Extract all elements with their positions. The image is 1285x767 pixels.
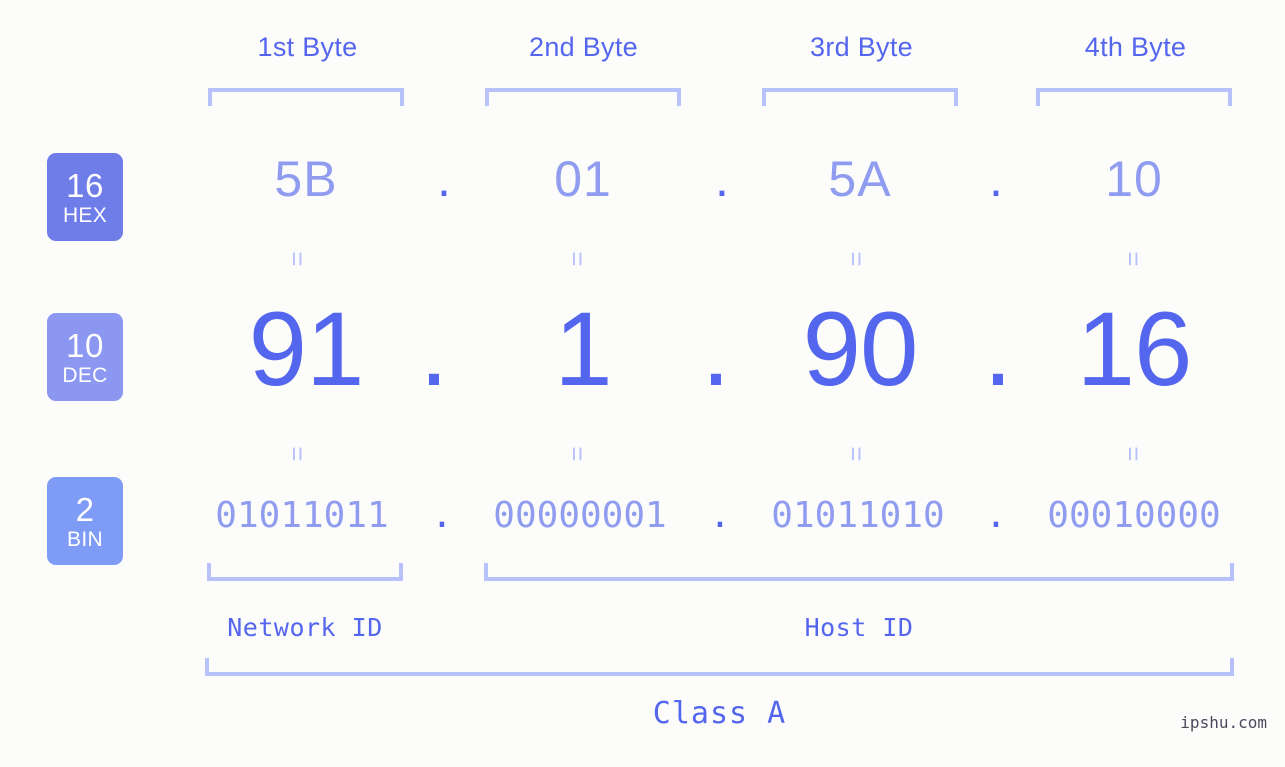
byte-bracket-top-3 xyxy=(762,88,958,106)
radix-badge-dec: 10 DEC xyxy=(47,313,123,401)
dec-separator-3: . xyxy=(983,291,1013,408)
byte-header-label-3: 3rd Byte xyxy=(810,32,913,62)
equals-mark-dec-bin-4: = xyxy=(1118,446,1149,462)
equals-mark-hex-dec-1: = xyxy=(282,251,313,267)
dec-separator-1: . xyxy=(419,291,449,408)
equals-mark-hex-dec-3: = xyxy=(841,251,872,267)
bin-octet-2: 00000001 xyxy=(493,495,667,536)
bin-separator-3: . xyxy=(985,495,1007,536)
byte-header-label-2: 2nd Byte xyxy=(529,32,638,62)
bin-octet-1: 01011011 xyxy=(215,495,389,536)
host-id-label: Host ID xyxy=(804,613,914,642)
radix-badge-bin: 2 BIN xyxy=(47,477,123,565)
bin-separator-2: . xyxy=(709,495,731,536)
bin-octet-4: 00010000 xyxy=(1047,495,1221,536)
network-id-bracket xyxy=(207,563,403,581)
dec-octet-4: 16 xyxy=(1076,291,1193,408)
hex-octet-4: 10 xyxy=(1105,151,1163,207)
equals-mark-hex-dec-2: = xyxy=(562,251,593,267)
byte-bracket-top-2 xyxy=(485,88,681,106)
radix-badge-hex-number: 16 xyxy=(66,166,104,204)
radix-badge-dec-tag: DEC xyxy=(62,363,108,387)
hex-separator-3: . xyxy=(989,151,1003,207)
byte-header-label-1: 1st Byte xyxy=(257,32,358,62)
class-label: Class A xyxy=(652,696,787,731)
equals-mark-hex-dec-4: = xyxy=(1118,251,1149,267)
hex-separator-1: . xyxy=(437,151,451,207)
dec-octet-1: 91 xyxy=(248,291,365,408)
byte-bracket-top-4 xyxy=(1036,88,1232,106)
radix-badge-hex: 16 HEX xyxy=(47,153,123,241)
hex-octet-1: 5B xyxy=(274,151,338,207)
equals-mark-dec-bin-2: = xyxy=(562,446,593,462)
radix-badge-dec-number: 10 xyxy=(66,326,104,364)
bin-separator-1: . xyxy=(431,495,453,536)
byte-header-label-4: 4th Byte xyxy=(1084,32,1187,62)
site-watermark: ipshu.com xyxy=(1180,713,1267,732)
bin-octet-3: 01011010 xyxy=(771,495,945,536)
dec-octet-2: 1 xyxy=(554,291,612,408)
equals-mark-dec-bin-1: = xyxy=(282,446,313,462)
hex-octet-2: 01 xyxy=(554,151,612,207)
hex-octet-3: 5A xyxy=(828,151,892,207)
host-id-bracket xyxy=(484,563,1234,581)
network-id-label: Network ID xyxy=(227,613,383,642)
class-bracket xyxy=(205,658,1234,676)
hex-separator-2: . xyxy=(715,151,729,207)
dec-octet-3: 90 xyxy=(802,291,919,408)
radix-badge-bin-tag: BIN xyxy=(67,527,103,551)
dec-separator-2: . xyxy=(701,291,731,408)
byte-bracket-top-1 xyxy=(208,88,404,106)
equals-mark-dec-bin-3: = xyxy=(841,446,872,462)
radix-badge-bin-number: 2 xyxy=(75,490,95,528)
ip-breakdown-diagram: 1st Byte 2nd Byte 3rd Byte 4th Byte 16 H… xyxy=(0,0,1285,767)
radix-badge-hex-tag: HEX xyxy=(62,203,108,227)
